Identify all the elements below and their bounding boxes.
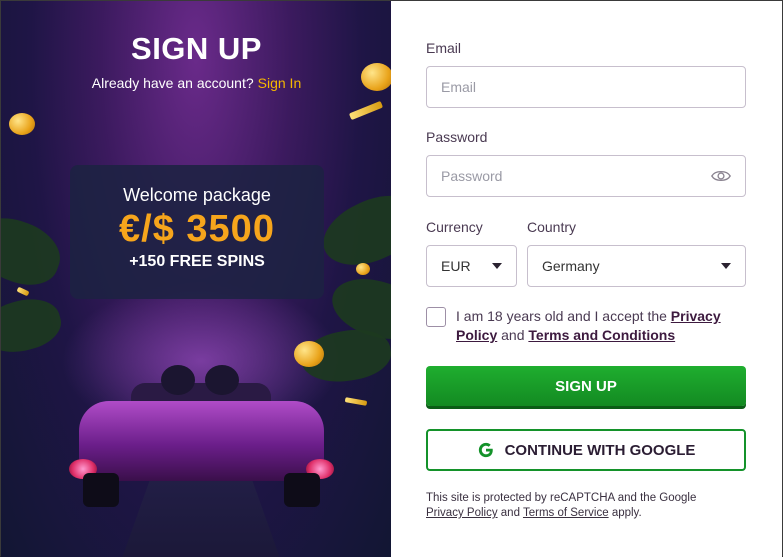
car-tire (83, 473, 119, 507)
promo-panel: SIGN UP Already have an account? Sign In … (1, 1, 391, 557)
age-terms-checkbox[interactable] (426, 307, 446, 327)
have-account-text: Already have an account? (91, 75, 254, 91)
google-privacy-link[interactable]: Privacy Policy (426, 507, 498, 519)
terms-intro: I am 18 years old and I accept the (456, 308, 667, 324)
welcome-label: Welcome package (123, 185, 271, 205)
password-label: Password (426, 129, 488, 145)
passenger (161, 365, 195, 395)
chevron-down-icon (721, 263, 731, 269)
gold-coin (356, 263, 370, 275)
country-label: Country (527, 219, 577, 235)
email-field[interactable] (426, 66, 746, 108)
country-value: Germany (542, 258, 600, 274)
terms-text: I am 18 years old and I accept the Priva… (456, 307, 756, 345)
signin-prompt: Already have an account? Sign In (1, 75, 391, 91)
welcome-package-card: Welcome package €/$ 3500 +150 FREE SPINS (70, 165, 324, 299)
signup-modal: SIGN UP Already have an account? Sign In … (0, 0, 783, 557)
google-terms-link[interactable]: Terms of Service (523, 507, 609, 519)
captcha-and: and (500, 507, 520, 519)
terms-and: and (501, 327, 525, 343)
palm-leaf (1, 291, 67, 361)
free-spins: +150 FREE SPINS (129, 253, 265, 270)
palm-leaf (313, 182, 391, 280)
car-body (79, 401, 324, 481)
currency-value: EUR (441, 258, 471, 274)
sign-in-link[interactable]: Sign In (258, 75, 302, 91)
gold-bar (16, 286, 30, 297)
recaptcha-notice: This site is protected by reCAPTCHA and … (426, 491, 756, 521)
chevron-down-icon (492, 263, 502, 269)
captcha-apply: apply. (611, 507, 642, 519)
eye-icon[interactable] (711, 166, 731, 186)
google-button-label: CONTINUE WITH GOOGLE (504, 441, 696, 459)
currency-label: Currency (426, 219, 483, 235)
car-tire (284, 473, 320, 507)
passenger (205, 365, 239, 395)
google-icon (478, 442, 493, 458)
bonus-amount: €/$ 3500 (119, 208, 275, 250)
country-select[interactable]: Germany (527, 245, 746, 287)
continue-with-google-button[interactable]: CONTINUE WITH GOOGLE (426, 429, 746, 471)
palm-leaf (1, 207, 69, 295)
currency-select[interactable]: EUR (426, 245, 517, 287)
gold-bar (344, 397, 368, 406)
sign-up-button[interactable]: SIGN UP (426, 366, 746, 406)
captcha-text: This site is protected by reCAPTCHA and … (426, 492, 697, 504)
terms-conditions-link[interactable]: Terms and Conditions (528, 327, 675, 343)
email-label: Email (426, 40, 462, 56)
gold-bar (348, 100, 384, 121)
signup-form: Email Password Currency EUR Country Germ… (391, 1, 782, 557)
gold-coin (9, 113, 35, 135)
password-field[interactable] (426, 155, 746, 197)
car-illustration (69, 361, 334, 511)
page-title: SIGN UP (131, 31, 262, 66)
